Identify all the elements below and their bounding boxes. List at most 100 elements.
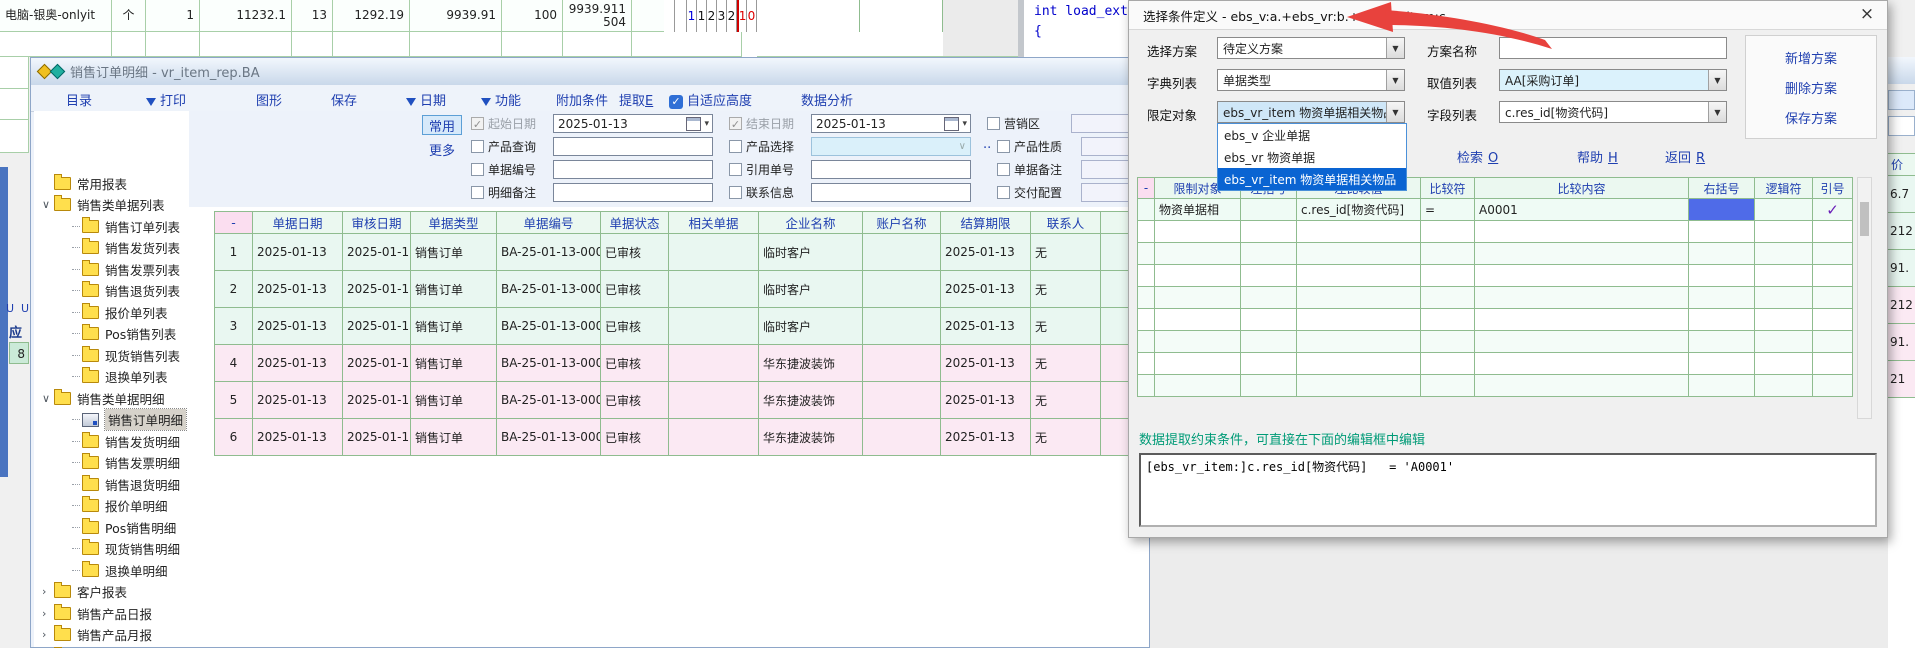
grid-empty-cell[interactable]	[1137, 375, 1155, 397]
grid-empty-cell[interactable]	[1421, 353, 1475, 375]
row-number-cell[interactable]: 6	[214, 419, 253, 456]
column-header-单据编号[interactable]: 单据编号	[497, 211, 601, 234]
grid-empty-cell[interactable]	[1689, 331, 1755, 353]
selected-grid-cell[interactable]	[1689, 199, 1755, 221]
tab-common[interactable]: 常用	[422, 115, 462, 135]
grid-empty-cell[interactable]	[1137, 331, 1155, 353]
table-cell[interactable]: BA-25-01-13-0002	[497, 382, 601, 419]
table-cell[interactable]: 2025-01-13	[941, 345, 1031, 382]
flag-digit-cell[interactable]: 1	[687, 0, 697, 32]
grid-empty-cell[interactable]	[1755, 221, 1813, 243]
table-cell[interactable]: 2025-01-13	[343, 345, 411, 382]
column-header-账户名称[interactable]: 账户名称	[863, 211, 941, 234]
sidebar-item-selected[interactable]: 销售订单明细	[34, 410, 189, 430]
spreadsheet-cell[interactable]	[410, 32, 502, 57]
row-number-cell[interactable]: 2	[214, 271, 253, 308]
grid-empty-cell[interactable]	[1241, 353, 1297, 375]
dropdown-option-1[interactable]: ebs_vr 物资单据	[1218, 146, 1406, 168]
sidebar-item-8[interactable]: 现货销售列表	[34, 345, 189, 365]
grid-empty-cell[interactable]	[1155, 331, 1241, 353]
table-cell[interactable]: 无	[1031, 308, 1101, 345]
table-cell[interactable]: 无	[1031, 419, 1101, 456]
table-cell[interactable]: 2025-01-13	[343, 382, 411, 419]
table-cell[interactable]: BA-25-01-13-0002	[497, 345, 601, 382]
field-list-combo[interactable]: c.res_id[物资代码] ▼	[1499, 101, 1727, 123]
grid-empty-cell[interactable]	[1155, 353, 1241, 375]
table-cell[interactable]: 无	[1031, 271, 1101, 308]
unchecked-checkbox[interactable]	[471, 140, 484, 153]
grid-header-逻辑符[interactable]: 逻辑符	[1755, 177, 1813, 199]
grid-empty-cell[interactable]	[1475, 309, 1689, 331]
grid-empty-cell[interactable]	[1689, 309, 1755, 331]
sidebar-item-19[interactable]: ›客户报表	[34, 582, 189, 602]
table-cell[interactable]: 销售订单	[411, 345, 497, 382]
grid-empty-cell[interactable]	[1689, 287, 1755, 309]
grid-empty-cell[interactable]	[1297, 309, 1421, 331]
grid-empty-cell[interactable]	[1241, 309, 1297, 331]
row-number-cell[interactable]: 4	[214, 345, 253, 382]
table-cell[interactable]	[1101, 308, 1129, 345]
flag-digit-cell[interactable]: 1	[697, 0, 707, 32]
dropdown-arrow-icon[interactable]: ▼	[1386, 38, 1404, 58]
sidebar-item-5[interactable]: 销售退货列表	[34, 281, 189, 301]
sidebar-item-14[interactable]: 销售退货明细	[34, 474, 189, 494]
grid-empty-cell[interactable]	[1755, 243, 1813, 265]
filter-text-input[interactable]	[811, 183, 971, 202]
grid-cell[interactable]: 物资单据相	[1155, 199, 1241, 221]
grid-empty-cell[interactable]	[1241, 243, 1297, 265]
column-header-企业名称[interactable]: 企业名称	[759, 211, 863, 234]
row-number-cell[interactable]: 5	[214, 382, 253, 419]
grid-empty-cell[interactable]	[1297, 265, 1421, 287]
toolbar-item-catalog[interactable]: 目录	[66, 90, 92, 109]
grid-empty-cell[interactable]	[1813, 243, 1853, 265]
toolbar-item-6[interactable]: 提取E	[619, 90, 653, 109]
table-cell[interactable]: 2025-01-13	[253, 271, 343, 308]
table-cell[interactable]: 2025-01-13	[253, 308, 343, 345]
spreadsheet-cell[interactable]: 电脑-银奥-onlyit	[0, 0, 112, 32]
dict-list-combo[interactable]: 单据类型 ▼	[1217, 69, 1405, 91]
table-cell[interactable]	[863, 419, 941, 456]
chevron-down-icon[interactable]: ∨	[959, 141, 966, 152]
spreadsheet-cell[interactable]	[860, 0, 943, 32]
toolbar-item-5[interactable]: 附加条件	[556, 90, 608, 109]
spreadsheet-cell[interactable]: 9939.91	[410, 0, 502, 32]
dropdown-arrow-icon[interactable]: ▼	[1708, 102, 1726, 122]
grid-empty-cell[interactable]	[1155, 375, 1241, 397]
collapse-icon[interactable]: ∨	[42, 392, 54, 405]
table-cell[interactable]: 2025-01-13	[253, 234, 343, 271]
spreadsheet-cell[interactable]: 9939.911 504	[563, 0, 632, 32]
unchecked-checkbox[interactable]	[729, 140, 742, 153]
grid-empty-cell[interactable]	[1689, 221, 1755, 243]
column-header-单据日期[interactable]: 单据日期	[253, 211, 343, 234]
grid-empty-cell[interactable]	[1297, 243, 1421, 265]
flag-digit-cell[interactable]: 2	[707, 0, 717, 32]
table-cell[interactable]	[1101, 419, 1129, 456]
grid-header-引号[interactable]: 引号	[1813, 177, 1853, 199]
table-cell[interactable]: 无	[1031, 382, 1101, 419]
grid-empty-cell[interactable]	[1755, 375, 1813, 397]
grid-empty-cell[interactable]	[1755, 265, 1813, 287]
table-cell[interactable]: 2025-01-13	[253, 382, 343, 419]
dropdown-arrow-icon[interactable]: ▼	[1386, 102, 1404, 122]
collapse-icon[interactable]: ∨	[42, 198, 54, 211]
condition-edit-box[interactable]: [ebs_vr_item:]c.res_id[物资代码] = 'A0001'	[1139, 453, 1877, 527]
table-cell[interactable]: 2025-01-13	[941, 271, 1031, 308]
grid-empty-cell[interactable]	[1813, 309, 1853, 331]
spreadsheet-cell[interactable]: 1	[146, 0, 200, 32]
grid-empty-cell[interactable]	[1475, 243, 1689, 265]
table-cell[interactable]: 2025-01-13	[941, 308, 1031, 345]
grid-empty-cell[interactable]	[1421, 243, 1475, 265]
grid-empty-cell[interactable]	[1421, 265, 1475, 287]
grid-empty-cell[interactable]	[1475, 353, 1689, 375]
table-cell[interactable]: 2025-01-13	[343, 419, 411, 456]
table-cell[interactable]: 销售订单	[411, 271, 497, 308]
table-cell[interactable]: 已审核	[601, 419, 669, 456]
table-cell[interactable]	[669, 345, 759, 382]
table-cell[interactable]: 华东捷波装饰	[759, 419, 863, 456]
spreadsheet-cell[interactable]	[675, 0, 687, 32]
grid-empty-cell[interactable]	[1421, 331, 1475, 353]
filter-text-input[interactable]	[553, 137, 713, 156]
table-cell[interactable]: 已审核	[601, 382, 669, 419]
table-cell[interactable]: 2025-01-13	[941, 419, 1031, 456]
quote-check-cell[interactable]: ✓	[1813, 199, 1853, 221]
